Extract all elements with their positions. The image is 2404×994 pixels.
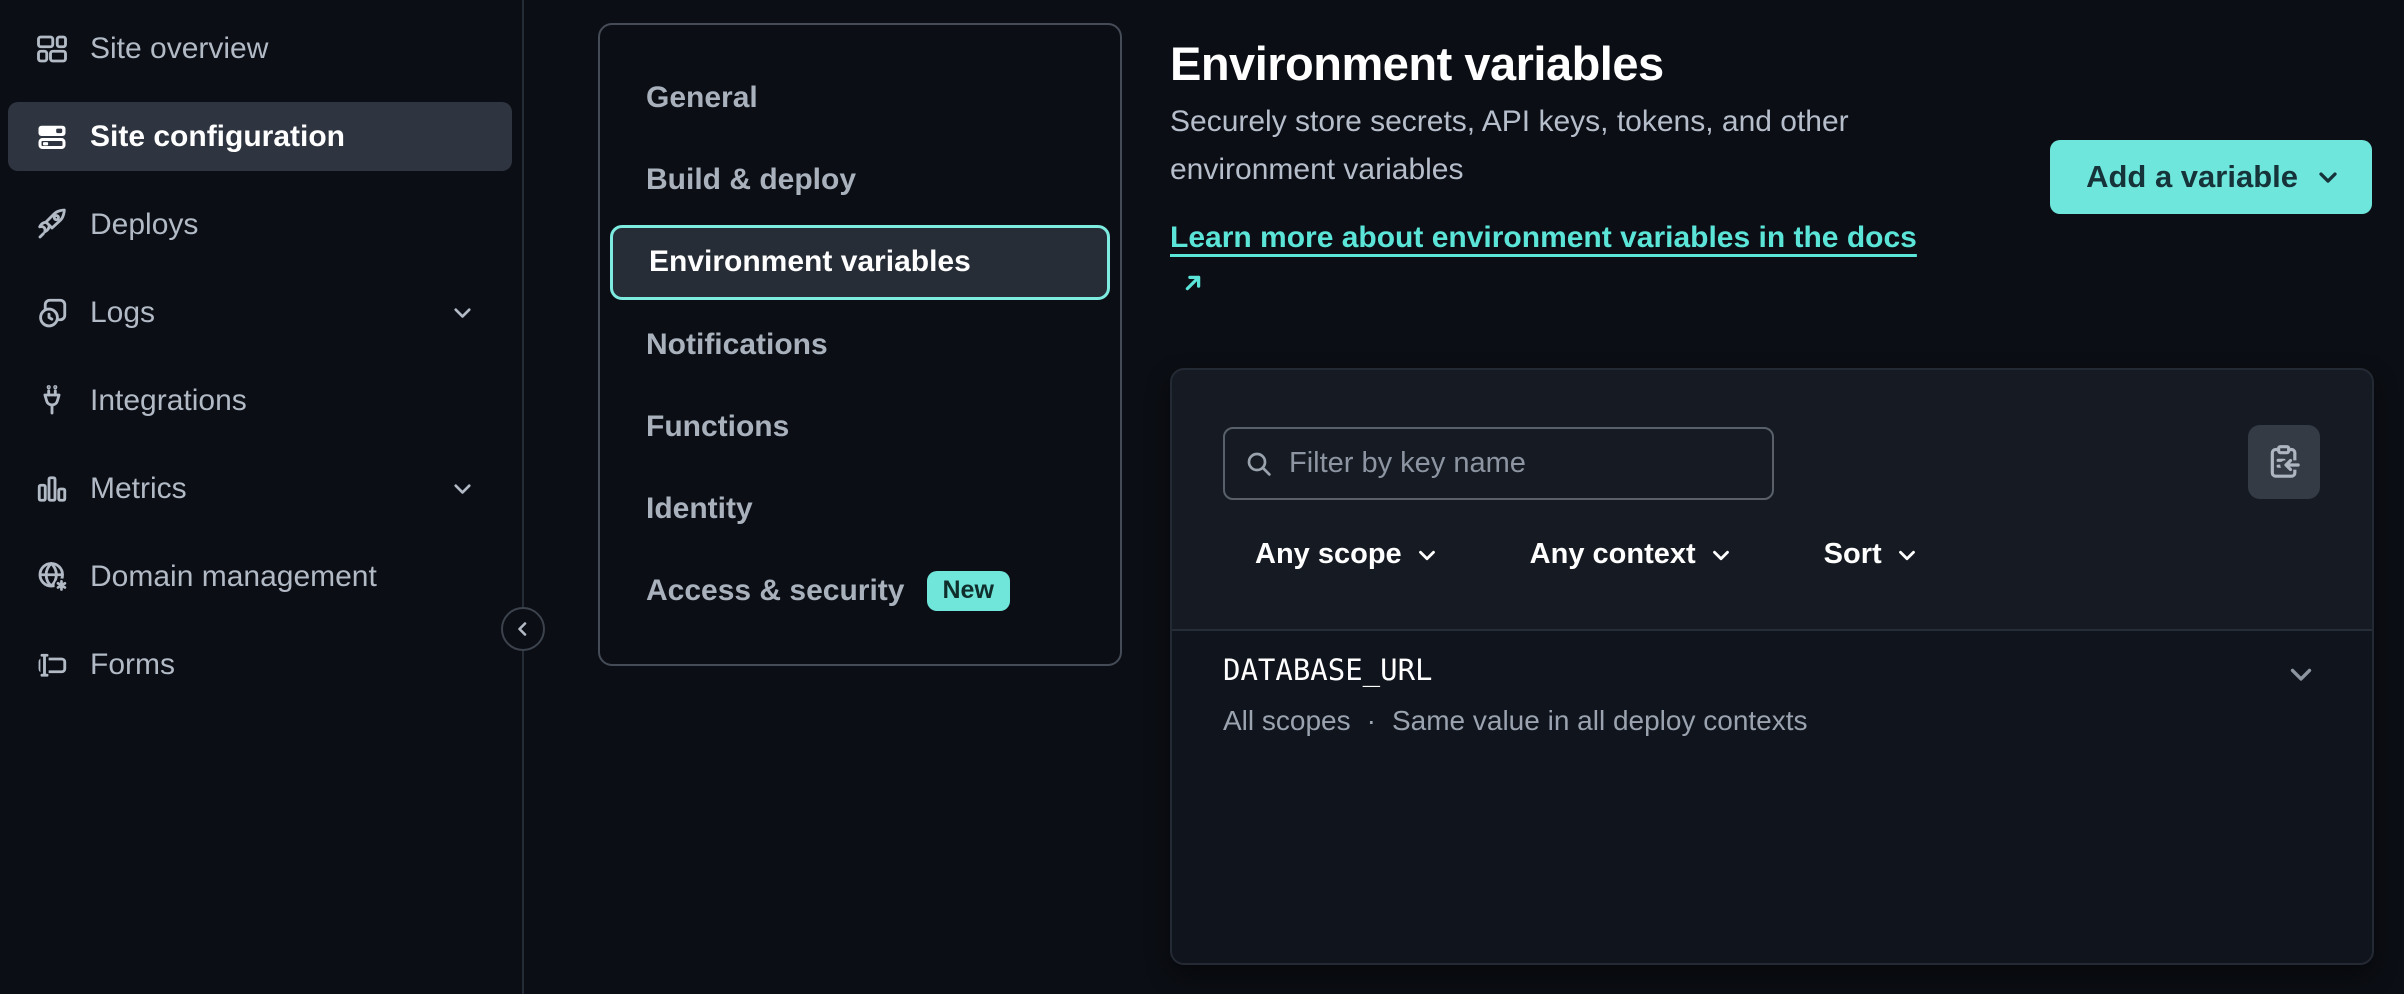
page-description: Securely store secrets, API keys, tokens… <box>1170 98 1960 194</box>
sort-dropdown[interactable]: Sort <box>1824 538 1920 571</box>
sidebar-item-metrics[interactable]: Metrics <box>8 454 512 523</box>
variable-key: DATABASE_URL <box>1223 653 1433 687</box>
logs-clock-icon <box>34 295 70 331</box>
page-title: Environment variables <box>1170 36 1664 91</box>
clipboard-import-icon <box>2264 442 2304 482</box>
context-filter-dropdown[interactable]: Any context <box>1530 538 1734 571</box>
sidebar-item-forms[interactable]: Forms <box>8 630 512 699</box>
tab-label: Notifications <box>646 328 828 362</box>
sidebar-item-domain-management[interactable]: Domain management <box>8 542 512 611</box>
variable-scopes: All scopes <box>1223 705 1351 737</box>
sidebar-item-label: Forms <box>90 648 175 682</box>
variables-list: DATABASE_URL All scopes · Same value in … <box>1172 631 2372 963</box>
sort-label: Sort <box>1824 538 1882 571</box>
chevron-down-icon <box>1894 542 1920 568</box>
new-badge: New <box>927 571 1010 611</box>
context-filter-label: Any context <box>1530 538 1696 571</box>
sidebar-item-label: Site configuration <box>90 120 345 154</box>
tab-label: Environment variables <box>649 245 971 279</box>
sidebar: Site overview Site configuration Deploys <box>0 0 524 994</box>
external-link-arrow-icon <box>1178 268 1208 298</box>
sidebar-item-label: Deploys <box>90 208 198 242</box>
sidebar-item-label: Integrations <box>90 384 247 418</box>
chevron-down-icon[interactable] <box>449 299 476 326</box>
filter-search[interactable] <box>1223 427 1774 500</box>
settings-nav: General Build & deploy Environment varia… <box>598 23 1122 666</box>
docs-link[interactable]: Learn more about environment variables i… <box>1170 214 1950 310</box>
filter-bar: Any scope Any context Sort <box>1255 538 1920 571</box>
main-content: Environment variables Securely store sec… <box>1170 0 2374 994</box>
add-variable-button[interactable]: Add a variable <box>2050 140 2372 214</box>
variable-row-database-url[interactable]: DATABASE_URL All scopes · Same value in … <box>1172 631 2372 761</box>
tab-access-security[interactable]: Access & security New <box>610 554 1110 628</box>
variable-meta: All scopes · Same value in all deploy co… <box>1223 705 1808 737</box>
variable-contexts: Same value in all deploy contexts <box>1392 705 1808 737</box>
variables-card: Any scope Any context Sort DATABASE_URL <box>1170 368 2374 965</box>
form-input-icon <box>34 647 70 683</box>
tab-notifications[interactable]: Notifications <box>610 308 1110 382</box>
netlify-site-settings-page: Site overview Site configuration Deploys <box>0 0 2404 994</box>
sidebar-item-integrations[interactable]: Integrations <box>8 366 512 435</box>
tab-build-deploy[interactable]: Build & deploy <box>610 143 1110 217</box>
tab-functions[interactable]: Functions <box>610 390 1110 464</box>
meta-separator: · <box>1367 705 1376 737</box>
filter-key-input[interactable] <box>1289 447 1754 480</box>
tab-label: Functions <box>646 410 789 444</box>
chevron-down-icon <box>2314 163 2342 191</box>
sidebar-item-label: Logs <box>90 296 155 330</box>
plug-icon <box>34 383 70 419</box>
tab-label: Build & deploy <box>646 163 856 197</box>
sidebar-item-site-configuration[interactable]: Site configuration <box>8 102 512 171</box>
bar-chart-icon <box>34 471 70 507</box>
tab-environment-variables[interactable]: Environment variables <box>610 225 1110 300</box>
sidebar-item-label: Domain management <box>90 560 377 594</box>
tab-identity[interactable]: Identity <box>610 472 1110 546</box>
sidebar-item-site-overview[interactable]: Site overview <box>8 14 512 83</box>
tab-label: General <box>646 81 758 115</box>
sidebar-item-label: Metrics <box>90 472 187 506</box>
sidebar-collapse-button[interactable] <box>501 607 545 651</box>
server-stack-icon <box>34 119 70 155</box>
chevron-down-icon[interactable] <box>449 475 476 502</box>
scope-filter-label: Any scope <box>1255 538 1402 571</box>
chevron-down-icon <box>1708 542 1734 568</box>
search-icon <box>1243 448 1275 480</box>
docs-link-text: Learn more about environment variables i… <box>1170 221 1917 254</box>
tab-label: Identity <box>646 492 753 526</box>
import-env-button[interactable] <box>2248 425 2320 499</box>
sidebar-item-deploys[interactable]: Deploys <box>8 190 512 259</box>
tab-general[interactable]: General <box>610 61 1110 135</box>
chevron-left-icon <box>511 617 535 641</box>
globe-asterisk-icon <box>34 559 70 595</box>
scope-filter-dropdown[interactable]: Any scope <box>1255 538 1440 571</box>
grid-overview-icon <box>34 31 70 67</box>
expand-row-chevron-icon[interactable] <box>2284 657 2318 691</box>
chevron-down-icon <box>1414 542 1440 568</box>
tab-label: Access & security <box>646 574 905 608</box>
add-variable-label: Add a variable <box>2086 159 2298 195</box>
sidebar-item-label: Site overview <box>90 32 268 66</box>
sidebar-item-logs[interactable]: Logs <box>8 278 512 347</box>
rocket-icon <box>34 207 70 243</box>
